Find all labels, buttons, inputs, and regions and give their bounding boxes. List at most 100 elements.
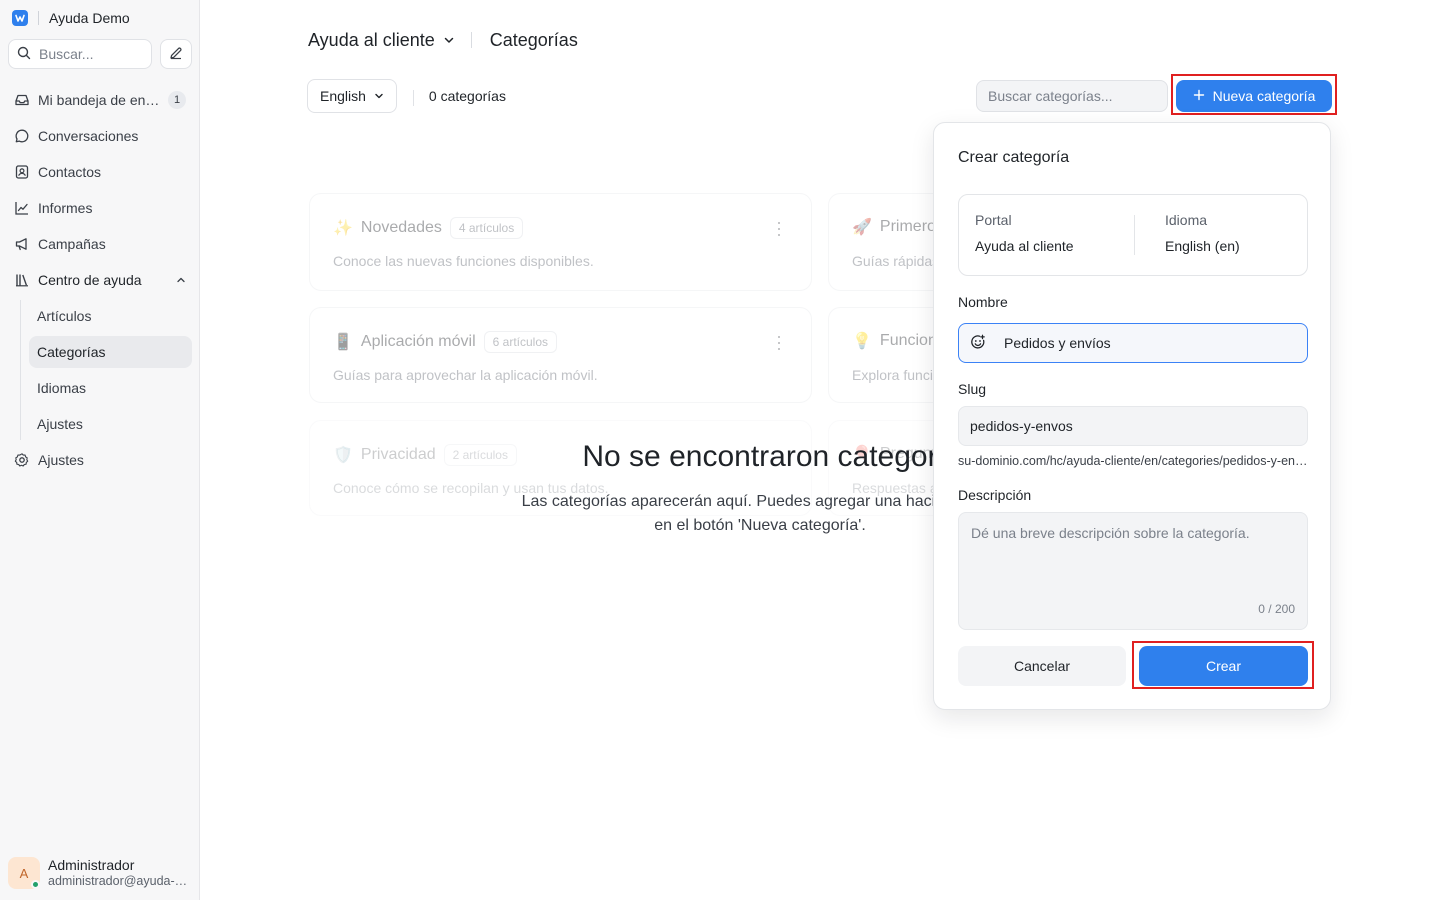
sidebar-item-help-center[interactable]: Centro de ayuda <box>8 264 192 296</box>
sidebar-item-conversations[interactable]: Conversaciones <box>8 120 192 152</box>
sidebar-item-label: Contactos <box>38 164 102 180</box>
search-icon <box>17 46 31 63</box>
card-title: Privacidad <box>360 446 436 463</box>
category-count: 0 categorías <box>412 88 506 106</box>
new-category-label: Nueva categoría <box>1212 88 1316 104</box>
avatar: A <box>8 857 40 889</box>
sidebar-item-campaigns[interactable]: Campañas <box>8 228 192 260</box>
chevron-up-icon <box>176 272 186 288</box>
rocket-icon: 🚀 <box>852 219 872 236</box>
toolbar-left: English 0 categorías <box>307 79 506 113</box>
create-category-dialog: Crear categoría Portal Ayuda al cliente … <box>933 122 1331 710</box>
category-search[interactable] <box>976 80 1168 112</box>
sidebar-item-inbox[interactable]: Mi bandeja de entrada 1 <box>8 84 192 116</box>
portal-label: Portal <box>975 212 1012 228</box>
online-status-dot <box>31 880 40 889</box>
language-select-value: English <box>320 88 366 104</box>
chat-bubble-icon <box>14 128 30 144</box>
category-card: 🚀 Primeros pasos Guías rápidas para come… <box>828 193 938 291</box>
app-logo-icon <box>12 10 28 26</box>
sidebar-subitem-locales[interactable]: Idiomas <box>29 372 192 404</box>
card-title: Aplicación móvil <box>360 333 476 350</box>
sidebar-item-label: Campañas <box>38 236 106 252</box>
description-label: Descripción <box>958 487 1032 503</box>
card-title-row: ✨ Novedades 4 artículos <box>333 217 524 239</box>
brand[interactable]: Ayuda Demo <box>12 9 130 27</box>
sparkles-icon: ✨ <box>333 220 353 237</box>
user-info: Administrador administrador@ayuda-demo.c… <box>48 857 190 889</box>
slug-input[interactable] <box>970 418 1250 434</box>
card-title-row: 🛡️ Privacidad 2 artículos <box>333 444 517 466</box>
card-description: Conoce las nuevas funciones disponibles. <box>333 253 594 269</box>
sidebar-subitem-articles[interactable]: Artículos <box>29 300 192 332</box>
user-profile[interactable]: A Administrador administrador@ayuda-demo… <box>8 857 192 889</box>
portal-value: Ayuda al cliente <box>975 238 1074 254</box>
sidebar: Ayuda Demo Mi bandeja de entrada 1 <box>0 0 200 900</box>
card-description: Explora funciones avanzadas. <box>852 367 938 383</box>
chevron-down-icon[interactable] <box>443 34 455 46</box>
line-chart-icon <box>14 200 30 216</box>
inbox-icon <box>14 92 30 108</box>
light-bulb-icon: 💡 <box>852 333 872 350</box>
new-category-button[interactable]: Nueva categoría <box>1176 80 1332 112</box>
inbox-count-badge: 1 <box>168 91 186 109</box>
slug-label: Slug <box>958 381 987 397</box>
cancel-button[interactable]: Cancelar <box>958 646 1126 686</box>
category-search-input[interactable] <box>988 88 1158 104</box>
sidebar-subitem-categories[interactable]: Categorías <box>29 336 192 368</box>
description-char-count: 0 / 200 <box>1258 602 1295 616</box>
card-description: Guías rápidas para comenzar. <box>852 253 938 269</box>
name-label: Nombre <box>958 294 1008 310</box>
name-field[interactable] <box>958 323 1308 363</box>
library-icon <box>14 272 30 288</box>
card-title: Primeros pasos <box>879 218 938 235</box>
sidebar-item-reports[interactable]: Informes <box>8 192 192 224</box>
sidebar-search[interactable] <box>8 39 152 69</box>
chevron-down-icon <box>374 88 384 104</box>
language-select[interactable]: English <box>307 79 397 113</box>
language-label: Idioma <box>1165 212 1208 228</box>
page-title: Categorías <box>489 29 578 50</box>
category-card: ✨ Novedades 4 artículos Conoce las nueva… <box>309 193 812 291</box>
card-title: Novedades <box>360 219 442 236</box>
app-name: Ayuda Demo <box>49 10 130 26</box>
sidebar-nav: Mi bandeja de entrada 1 Conversaciones C… <box>8 84 192 480</box>
card-article-count: 2 artículos <box>443 444 517 466</box>
slug-field[interactable] <box>958 406 1308 446</box>
pencil-icon <box>169 46 183 63</box>
slug-url-preview: su-dominio.com/hc/ayuda-cliente/en/categ… <box>958 454 1308 468</box>
megaphone-icon <box>14 236 30 252</box>
sidebar-item-contacts[interactable]: Contactos <box>8 156 192 188</box>
shield-icon: 🛡️ <box>333 447 353 464</box>
description-textarea[interactable] <box>971 525 1297 595</box>
user-email: administrador@ayuda-demo.com <box>48 874 190 888</box>
card-title-row: 📱 Aplicación móvil 6 artículos <box>333 331 557 353</box>
emoji-picker-icon[interactable] <box>970 334 986 353</box>
sidebar-subitem-settings[interactable]: Ajustes <box>29 408 192 440</box>
sidebar-item-label: Mi bandeja de entrada <box>38 92 160 108</box>
portal-switcher-label[interactable]: Ayuda al cliente <box>308 30 435 51</box>
portal-info: Portal Ayuda al cliente <box>975 212 1074 254</box>
card-article-count: 6 artículos <box>483 331 557 353</box>
sidebar-item-settings[interactable]: Ajustes <box>8 444 192 476</box>
sidebar-item-label: Conversaciones <box>38 128 139 144</box>
mobile-phone-icon: 📱 <box>333 334 353 351</box>
create-button[interactable]: Crear <box>1139 646 1308 686</box>
compose-button[interactable] <box>160 39 192 69</box>
sidebar-search-input[interactable] <box>39 46 139 62</box>
gear-icon <box>14 452 30 468</box>
card-title: Funciones <box>879 332 938 349</box>
sidebar-item-label: Informes <box>38 200 93 216</box>
empty-state-subtitle: Las categorías aparecerán aquí. Puedes a… <box>521 493 999 534</box>
card-description: Guías para aprovechar la aplicación móvi… <box>333 367 598 383</box>
card-article-count: 4 artículos <box>449 217 524 239</box>
category-card: 📱 Aplicación móvil 6 artículos Guías par… <box>309 307 812 403</box>
description-field[interactable]: 0 / 200 <box>958 512 1308 630</box>
avatar-initial: A <box>19 865 29 881</box>
category-card: 💡 Funciones Explora funciones avanzadas. <box>828 307 938 403</box>
card-title-row: 💡 Funciones <box>852 331 938 351</box>
portal-language-info: Portal Ayuda al cliente Idioma English (… <box>958 194 1308 276</box>
brand-divider <box>38 11 39 25</box>
more-vertical-icon <box>777 336 781 350</box>
name-input[interactable] <box>1004 335 1284 351</box>
